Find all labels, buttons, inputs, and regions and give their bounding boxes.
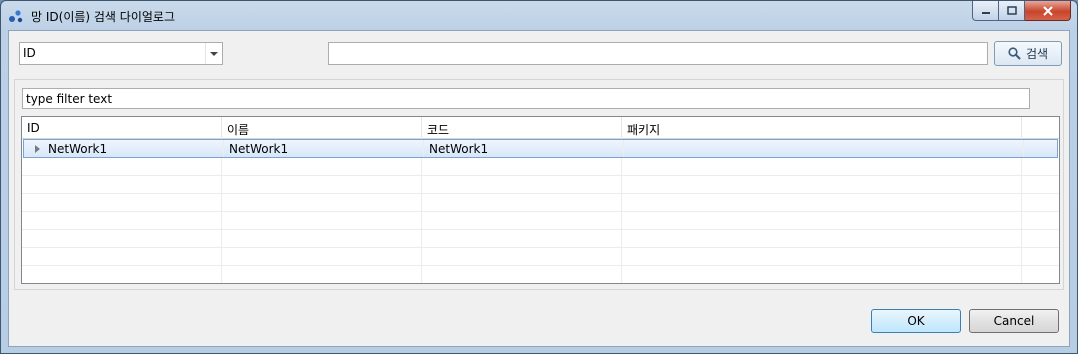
cell-code: NetWork1: [424, 140, 624, 157]
search-field-value: ID: [23, 46, 36, 60]
empty-row: [22, 176, 1059, 194]
cell-id: NetWork1: [24, 140, 224, 157]
cell-name: NetWork1: [224, 140, 424, 157]
minimize-button[interactable]: [972, 1, 999, 21]
search-button-label: 검색: [1025, 47, 1049, 61]
cell-package: [624, 140, 1024, 157]
dialog-body: ID 검색 ID 이름 코드 패키지: [8, 30, 1070, 347]
table-body: NetWork1 NetWork1 NetWork1: [22, 139, 1059, 283]
window-title: 망 ID(이름) 검색 다이얼로그: [31, 10, 175, 24]
maximize-icon: [1006, 6, 1017, 15]
app-logo-icon: [9, 10, 23, 23]
column-header-name[interactable]: 이름: [222, 117, 422, 139]
column-header-code[interactable]: 코드: [422, 117, 622, 139]
table-header: ID 이름 코드 패키지: [22, 117, 1059, 139]
expand-arrow-icon[interactable]: [35, 144, 40, 153]
empty-row: [22, 266, 1059, 283]
close-icon: [1042, 5, 1053, 16]
search-button[interactable]: 검색: [994, 41, 1062, 66]
chevron-down-icon[interactable]: [205, 43, 222, 64]
cell-id-text: NetWork1: [48, 141, 108, 156]
table-row[interactable]: NetWork1 NetWork1 NetWork1: [23, 139, 1058, 158]
column-header-package[interactable]: 패키지: [622, 117, 1022, 139]
search-input[interactable]: [328, 42, 988, 65]
ok-button[interactable]: OK: [871, 309, 961, 333]
window-controls: [972, 1, 1071, 21]
minimize-icon: [981, 11, 990, 14]
close-button[interactable]: [1025, 1, 1071, 21]
search-field-select[interactable]: ID: [19, 42, 223, 65]
results-group: ID 이름 코드 패키지 NetWork1 NetWork1 NetWork1: [14, 79, 1064, 290]
cell-filler: [1024, 140, 1057, 157]
empty-row: [22, 194, 1059, 212]
maximize-button[interactable]: [999, 1, 1025, 21]
dialog-window: 망 ID(이름) 검색 다이얼로그 ID 검색 type filter text…: [0, 0, 1078, 354]
search-icon: [1008, 47, 1021, 60]
empty-row: [22, 212, 1059, 230]
empty-row: [22, 158, 1059, 176]
title-bar[interactable]: 망 ID(이름) 검색 다이얼로그: [1, 1, 1077, 31]
filter-input[interactable]: [22, 88, 1030, 109]
column-header-id[interactable]: ID: [22, 117, 222, 139]
cancel-button[interactable]: Cancel: [969, 309, 1059, 333]
empty-row: [22, 248, 1059, 266]
empty-row: [22, 230, 1059, 248]
results-table: ID 이름 코드 패키지 NetWork1 NetWork1 NetWork1: [21, 116, 1060, 284]
column-header-filler: [1022, 117, 1059, 139]
